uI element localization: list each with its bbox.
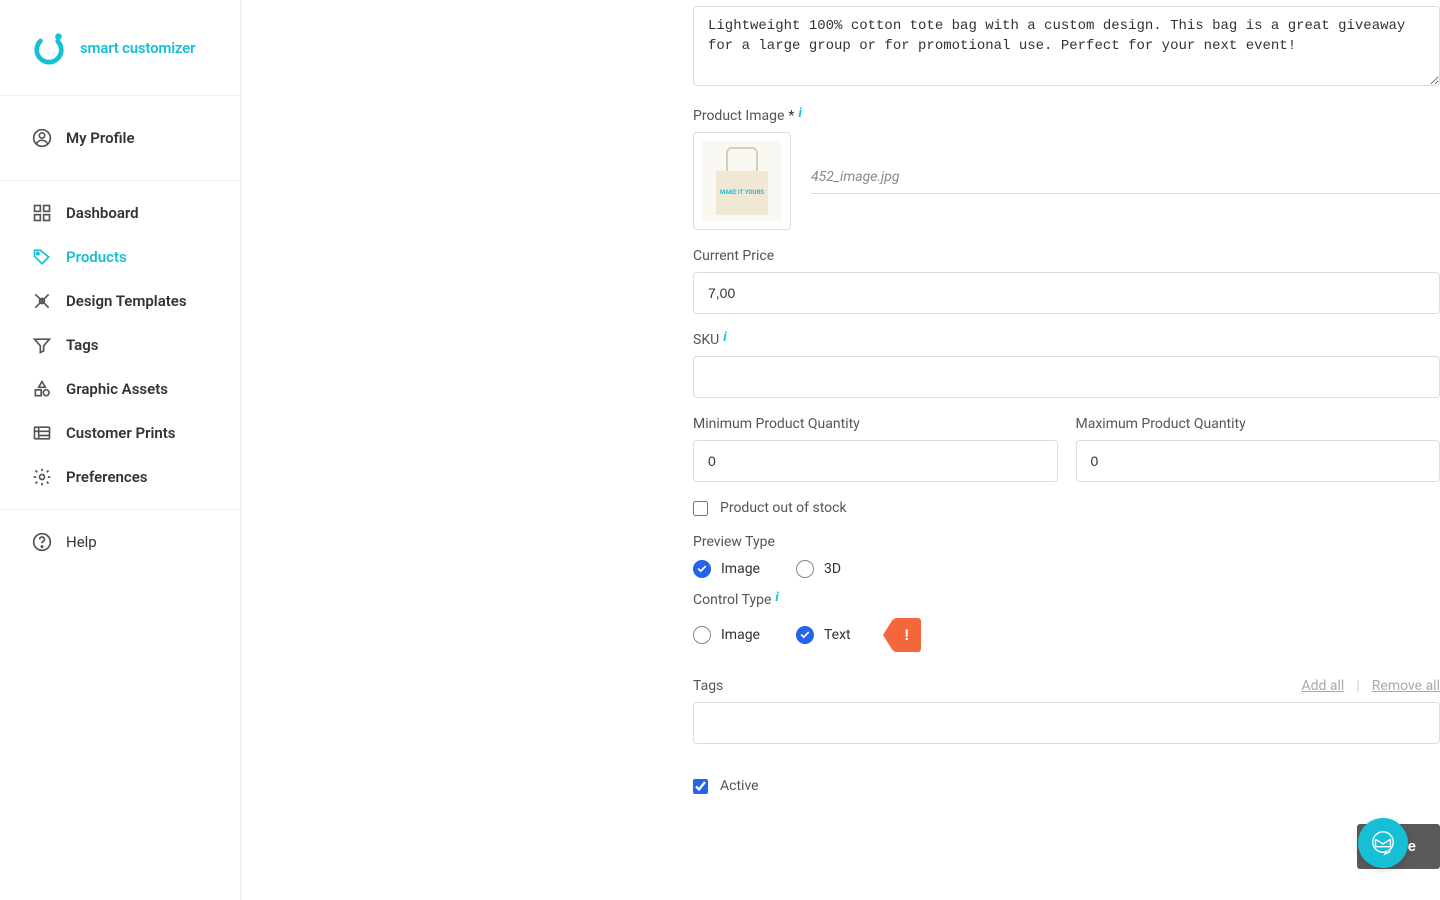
active-label: Active — [720, 778, 759, 794]
nav-help-section: Help — [0, 510, 240, 574]
preview-type-3d-radio[interactable]: 3D — [796, 560, 841, 578]
nav-main-section: Dashboard Products Design Templates Tags… — [0, 181, 240, 510]
sidebar-item-label: My Profile — [66, 129, 135, 147]
product-image-label: Product Image — [693, 108, 784, 124]
chat-fab[interactable] — [1358, 818, 1408, 868]
logo[interactable]: smart customizer — [0, 0, 240, 96]
sidebar-item-label: Customer Prints — [66, 424, 176, 442]
sku-label: SKU — [693, 332, 719, 348]
control-type-image-radio[interactable]: Image — [693, 626, 760, 644]
sidebar-item-preferences[interactable]: Preferences — [0, 455, 240, 499]
min-qty-input[interactable] — [693, 440, 1058, 482]
help-icon — [32, 532, 52, 552]
tags-remove-all-link[interactable]: Remove all — [1372, 678, 1440, 694]
max-qty-input[interactable] — [1076, 440, 1440, 482]
preview-type-label: Preview Type — [693, 534, 775, 550]
radio-label: Text — [824, 627, 851, 643]
active-checkbox[interactable] — [693, 779, 708, 794]
info-icon[interactable]: i — [723, 330, 726, 345]
control-type-text-radio[interactable]: Text — [796, 626, 851, 644]
info-icon[interactable]: i — [775, 590, 778, 605]
sku-input[interactable] — [693, 356, 1440, 398]
preview-type-image-radio[interactable]: Image — [693, 560, 760, 578]
sidebar-item-label: Design Templates — [66, 292, 187, 310]
sidebar-item-label: Dashboard — [66, 204, 139, 222]
sidebar-item-label: Graphic Assets — [66, 380, 168, 398]
filter-icon — [32, 335, 52, 355]
current-price-label: Current Price — [693, 248, 774, 264]
control-type-label: Control Type — [693, 592, 771, 608]
design-icon — [32, 291, 52, 311]
shapes-icon — [32, 379, 52, 399]
product-image-filename[interactable]: 452_image.jpg — [811, 169, 1440, 194]
gear-icon — [32, 467, 52, 487]
out-of-stock-checkbox[interactable] — [693, 501, 708, 516]
info-icon[interactable]: i — [798, 106, 801, 121]
sidebar-item-label: Help — [66, 533, 97, 551]
user-icon — [32, 128, 52, 148]
min-qty-label: Minimum Product Quantity — [693, 416, 860, 432]
radio-unchecked-icon — [693, 626, 711, 644]
radio-unchecked-icon — [796, 560, 814, 578]
radio-label: Image — [721, 627, 760, 643]
tag-icon — [32, 247, 52, 267]
sidebar-item-label: Tags — [66, 336, 99, 354]
sidebar-item-label: Preferences — [66, 468, 148, 486]
sidebar-item-profile[interactable]: My Profile — [0, 106, 240, 170]
sidebar-item-label: Products — [66, 248, 127, 266]
mail-icon — [1370, 830, 1396, 856]
logo-text: smart customizer — [80, 39, 195, 57]
radio-label: 3D — [824, 561, 841, 577]
sidebar-item-help[interactable]: Help — [0, 520, 240, 564]
tags-add-all-link[interactable]: Add all — [1302, 678, 1345, 694]
nav-profile-section: My Profile — [0, 96, 240, 181]
sidebar-item-dashboard[interactable]: Dashboard — [0, 191, 240, 235]
description-textarea[interactable] — [693, 6, 1440, 86]
bag-print-text: MAKE IT YOURS — [720, 190, 764, 197]
product-image-thumbnail[interactable]: MAKE IT YOURS — [693, 132, 791, 230]
sidebar-item-tags[interactable]: Tags — [0, 323, 240, 367]
tags-label: Tags — [693, 678, 723, 694]
warning-badge[interactable]: ! — [893, 618, 921, 652]
separator: | — [1356, 678, 1359, 694]
out-of-stock-label: Product out of stock — [720, 500, 847, 516]
radio-checked-icon — [796, 626, 814, 644]
radio-label: Image — [721, 561, 760, 577]
radio-checked-icon — [693, 560, 711, 578]
max-qty-label: Maximum Product Quantity — [1076, 416, 1246, 432]
dashboard-icon — [32, 203, 52, 223]
sidebar: smart customizer My Profile Dashboard Pr… — [0, 0, 241, 900]
tags-input[interactable] — [693, 702, 1440, 744]
sidebar-item-products[interactable]: Products — [0, 235, 240, 279]
prints-icon — [32, 423, 52, 443]
sidebar-item-design-templates[interactable]: Design Templates — [0, 279, 240, 323]
current-price-input[interactable] — [693, 272, 1440, 314]
logo-icon — [32, 31, 66, 65]
sidebar-item-customer-prints[interactable]: Customer Prints — [0, 411, 240, 455]
main-content: Product Image * i MAKE IT YOURS 452_imag… — [241, 0, 1440, 900]
sidebar-item-graphic-assets[interactable]: Graphic Assets — [0, 367, 240, 411]
required-asterisk: * — [788, 108, 794, 124]
